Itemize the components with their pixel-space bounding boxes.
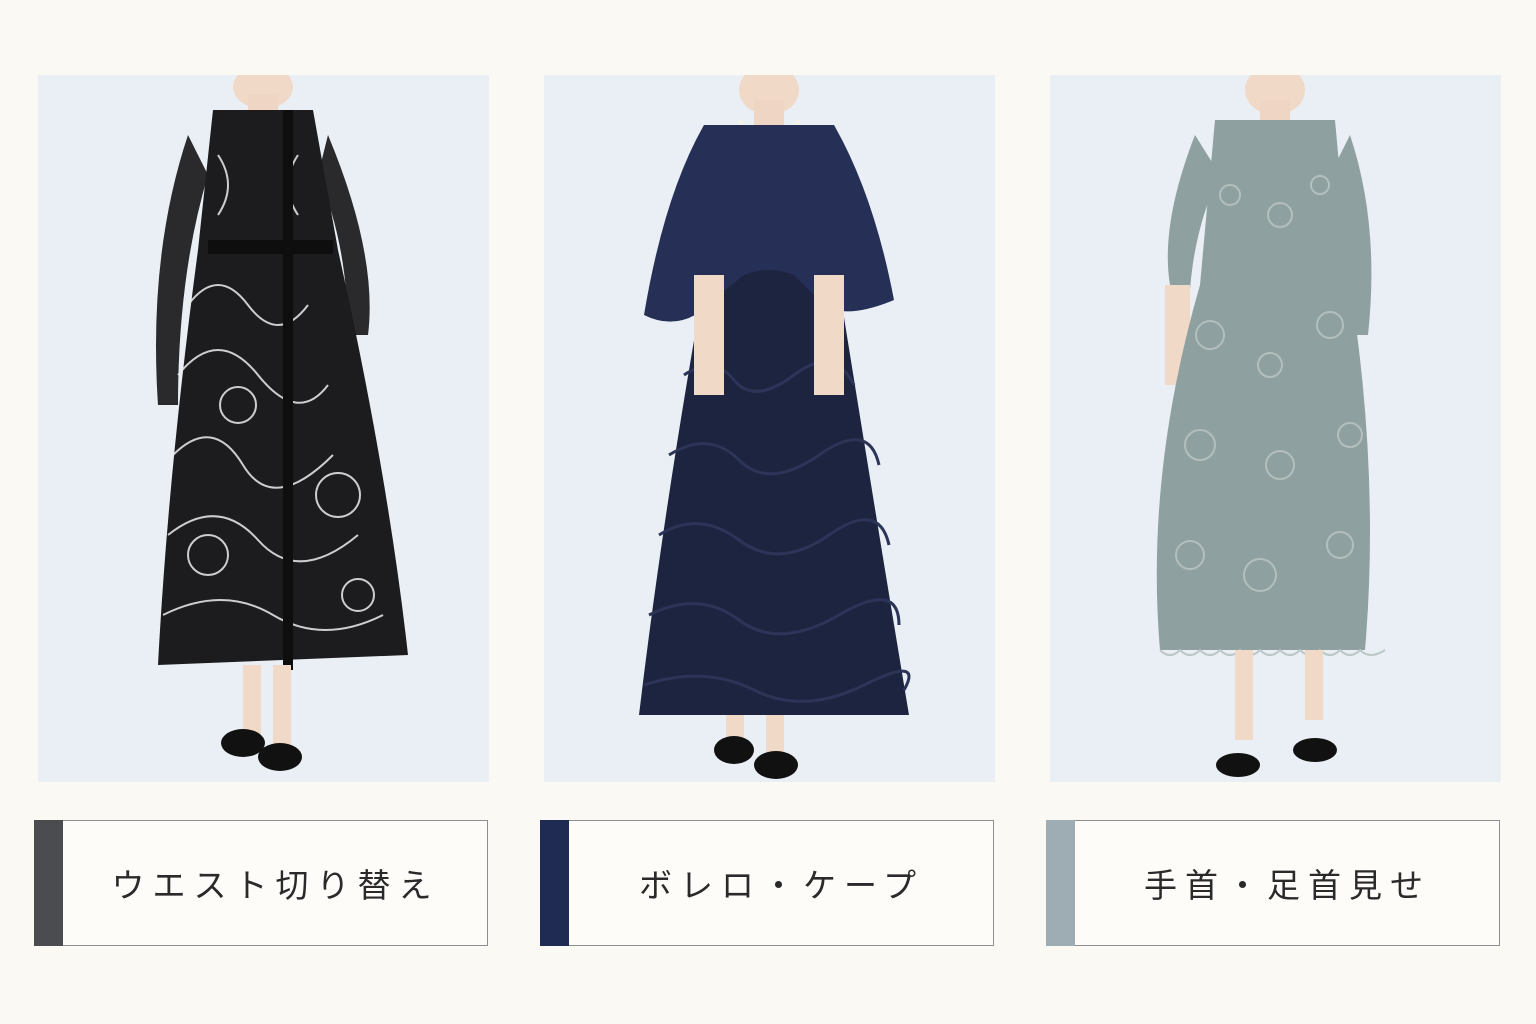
label-box-wrist-ankle[interactable]: 手首・足首見せ [1046,820,1500,946]
card-label: ウエスト切り替え [111,866,440,905]
style-card-wrist-ankle[interactable]: 手首・足首見せ [1046,0,1502,1024]
dress-photo-bolero-cape [544,75,995,782]
accent-bar [1046,820,1075,946]
dress-photo-wrist-ankle [1050,75,1501,782]
style-card-bolero-cape[interactable]: ボレロ・ケープ [540,0,996,1024]
label-box-bolero-cape[interactable]: ボレロ・ケープ [540,820,994,946]
accent-bar [34,820,63,946]
label-box-waist-switch[interactable]: ウエスト切り替え [34,820,488,946]
accent-bar [540,820,569,946]
dress-illustration [544,75,995,782]
dress-illustration [38,75,489,782]
dress-photo-waist-switch [38,75,489,782]
card-label: ボレロ・ケープ [638,866,925,905]
style-card-waist-switch[interactable]: ウエスト切り替え [34,0,490,1024]
card-label: 手首・足首見せ [1144,866,1431,905]
dress-illustration [1050,75,1501,782]
